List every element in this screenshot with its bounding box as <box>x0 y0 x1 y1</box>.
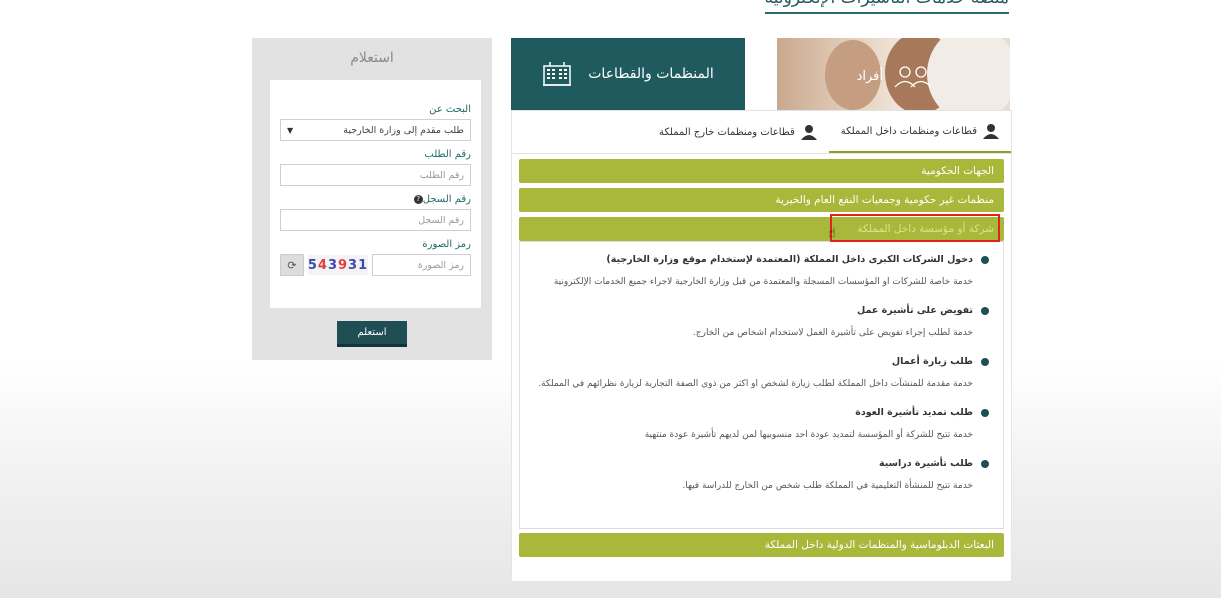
organizations-section: قطاعات ومنظمات داخل المملكة قطاعات ومنظم… <box>511 110 1012 582</box>
hand-cursor-icon: ☝ <box>828 226 836 241</box>
captcha-row: رمز الصورة 543931 ⟳ <box>280 254 471 276</box>
accordion-diplomatic-label: البعثات الدبلوماسية والمنظمات الدولية دا… <box>764 539 994 551</box>
service-desc: خدمة مقدمة للمنشآت داخل المملكة لطلب زيا… <box>538 379 973 389</box>
inquiry-title: استعلام <box>350 50 394 66</box>
refresh-icon[interactable]: ⟳ <box>280 254 304 276</box>
service-item[interactable]: طلب زيارة أعمال خدمة مقدمة للمنشآت داخل … <box>530 356 989 393</box>
accordion-ngo-label: منظمات غير حكومية وجمعيات النفع العام وا… <box>775 194 994 206</box>
search-label: البحث عن <box>429 104 471 115</box>
captcha-image: 543931 <box>308 255 368 275</box>
info-icon[interactable]: ? <box>413 194 423 204</box>
captcha-char: 3 <box>327 257 338 273</box>
service-title[interactable]: طلب زيارة أعمال <box>892 356 973 367</box>
building-icon <box>543 62 572 86</box>
tab-bar: قطاعات ومنظمات داخل المملكة قطاعات ومنظم… <box>512 111 1011 154</box>
chevron-left-icon <box>981 306 989 315</box>
request-number-label: رقم الطلب <box>424 149 471 160</box>
inquiry-form: البحث عن طلب مقدم إلى وزارة الخارجية ▼ ر… <box>270 80 481 308</box>
service-desc: خدمة تتيح للمنشأة التعليمية في المملكة ط… <box>682 481 973 491</box>
service-desc: خدمة تتيح للشركة أو المؤسسة لتمديد عودة … <box>644 430 973 440</box>
service-item[interactable]: طلب تمديد تأشيرة العودة خدمة تتيح للشركة… <box>530 407 989 444</box>
inquiry-submit-button[interactable]: استعلم <box>337 321 407 347</box>
request-number-input[interactable]: رقم الطلب <box>280 164 471 186</box>
record-number-placeholder: رقم السجل <box>418 214 464 226</box>
tile-organizations-label: المنظمات والقطاعات <box>588 66 714 82</box>
captcha-placeholder: رمز الصورة <box>417 259 464 271</box>
chevron-left-icon <box>981 459 989 468</box>
tab-outside-kingdom-label: قطاعات ومنظمات خارج المملكة <box>659 126 795 138</box>
service-item[interactable]: تفويض على تأشيرة عمل خدمة لطلب إجراء تفو… <box>530 305 989 342</box>
captcha-label: رمز الصورة <box>422 239 471 250</box>
service-desc: خدمة لطلب إجراء تفويض على تأشيرة العمل ل… <box>692 328 973 338</box>
accordion: الجهات الحكومية منظمات غير حكومية وجمعيا… <box>519 159 1004 562</box>
user-icon <box>800 125 817 140</box>
accordion-gov[interactable]: الجهات الحكومية <box>519 159 1004 183</box>
tile-individuals[interactable]: أفراد <box>777 38 1010 110</box>
service-item[interactable]: دخول الشركات الكبرى داخل المملكة (المعتم… <box>530 254 989 291</box>
chevron-left-icon <box>981 255 989 264</box>
record-number-label: رقم السجل? <box>280 194 471 205</box>
chevron-left-icon <box>981 357 989 366</box>
tile-organizations[interactable]: المنظمات والقطاعات <box>511 38 745 110</box>
accordion-ngo[interactable]: منظمات غير حكومية وجمعيات النفع العام وا… <box>519 188 1004 212</box>
captcha-char: 3 <box>348 257 359 273</box>
person-photo <box>927 38 1010 110</box>
record-number-label-text: رقم السجل <box>422 194 471 205</box>
captcha-char: 1 <box>358 257 369 273</box>
tab-inside-kingdom-label: قطاعات ومنظمات داخل المملكة <box>840 125 977 137</box>
captcha-char: 5 <box>307 257 318 273</box>
user-icon <box>983 124 999 139</box>
people-icon <box>894 66 932 88</box>
captcha-char: 4 <box>317 257 328 273</box>
service-title[interactable]: دخول الشركات الكبرى داخل المملكة (المعتم… <box>606 254 973 265</box>
record-number-input[interactable]: رقم السجل <box>280 209 471 231</box>
accordion-gov-label: الجهات الحكومية <box>921 165 994 177</box>
service-title[interactable]: طلب تمديد تأشيرة العودة <box>855 407 973 418</box>
service-title[interactable]: طلب تأشيرة دراسية <box>879 458 973 469</box>
tab-outside-kingdom[interactable]: قطاعات ومنظمات خارج المملكة <box>647 111 829 153</box>
captcha-input[interactable]: رمز الصورة <box>372 254 471 276</box>
tile-individuals-label: أفراد <box>856 68 883 84</box>
tab-inside-kingdom[interactable]: قطاعات ومنظمات داخل المملكة <box>828 111 1011 153</box>
search-type-select[interactable]: طلب مقدم إلى وزارة الخارجية ▼ <box>280 119 471 141</box>
captcha-char: 9 <box>338 257 349 273</box>
individuals-overlay: أفراد <box>857 64 935 88</box>
accordion-diplomatic[interactable]: البعثات الدبلوماسية والمنظمات الدولية دا… <box>519 533 1004 557</box>
chevron-left-icon <box>981 408 989 417</box>
search-type-value: طلب مقدم إلى وزارة الخارجية <box>343 124 464 136</box>
service-desc: خدمة خاصة للشركات او المؤسسات المسجلة وا… <box>553 277 973 287</box>
service-item[interactable]: طلب تأشيرة دراسية خدمة تتيح للمنشأة التع… <box>530 458 989 495</box>
chevron-down-icon: ▼ <box>287 125 294 135</box>
request-number-placeholder: رقم الطلب <box>419 169 464 181</box>
highlight-box <box>830 214 1000 242</box>
page-heading: منصة خدمات التأشيرات الإلكترونية <box>764 0 1009 14</box>
inquiry-panel: استعلام البحث عن طلب مقدم إلى وزارة الخا… <box>252 38 492 360</box>
service-title[interactable]: تفويض على تأشيرة عمل <box>857 305 973 316</box>
accordion-company-body: دخول الشركات الكبرى داخل المملكة (المعتم… <box>519 241 1004 529</box>
accordion-company[interactable]: شركة أو مؤسسة داخل المملكة <box>519 214 1004 242</box>
